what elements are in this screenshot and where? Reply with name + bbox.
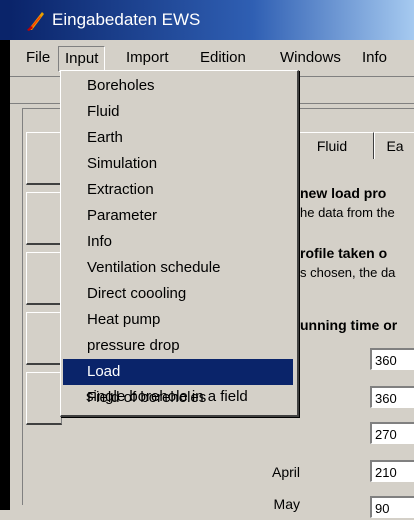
running-time-heading: unning time or: [300, 317, 398, 333]
menu-item-simulation[interactable]: Simulation: [63, 151, 293, 177]
side-button-3[interactable]: [26, 252, 62, 305]
app-flame-icon: [27, 12, 44, 31]
left-edge-accent: [0, 0, 10, 40]
profile-description: s chosen, the da: [300, 265, 396, 280]
month-value-march[interactable]: 270: [370, 422, 414, 444]
menu-item-single-borehole[interactable]: single borehole in a field: [62, 384, 292, 410]
menu-item-heat-pump[interactable]: Heat pump: [63, 307, 293, 333]
window-title: Eingabedaten EWS: [52, 10, 201, 29]
menu-item-extraction[interactable]: Extraction: [63, 177, 293, 203]
title-bar: Eingabedaten EWS: [10, 0, 414, 40]
menu-info[interactable]: Info: [356, 46, 393, 70]
side-button-5[interactable]: [26, 372, 62, 425]
menu-item-ventilation-schedule[interactable]: Ventilation schedule: [63, 255, 293, 281]
input-dropdown-menu: Boreholes Fluid Earth Simulation Extract…: [60, 70, 299, 417]
side-button-1[interactable]: [26, 132, 62, 185]
menu-item-direct-cooling[interactable]: Direct coooling: [63, 281, 293, 307]
menu-item-pressure-drop[interactable]: pressure drop: [63, 333, 293, 359]
menu-import[interactable]: Import: [120, 46, 175, 70]
side-button-4[interactable]: [26, 312, 62, 365]
menu-edition[interactable]: Edition: [194, 46, 252, 70]
menu-file[interactable]: File: [20, 46, 56, 70]
menu-item-info[interactable]: Info: [63, 229, 293, 255]
menu-item-load[interactable]: Load: [63, 359, 293, 385]
menu-item-fluid[interactable]: Fluid: [63, 99, 293, 125]
menu-item-parameter[interactable]: Parameter: [63, 203, 293, 229]
menu-input[interactable]: Input: [58, 46, 106, 72]
left-edge: [0, 0, 10, 510]
month-value-april[interactable]: 210: [370, 460, 414, 482]
month-label-april: April: [271, 464, 300, 480]
load-description: he data from the: [300, 205, 395, 220]
tab-earth[interactable]: Ea: [374, 132, 414, 159]
profile-heading: rofile taken o: [300, 245, 388, 261]
menu-windows[interactable]: Windows: [274, 46, 347, 70]
month-value-february[interactable]: 360: [370, 386, 414, 408]
month-value-may[interactable]: 90: [370, 496, 414, 518]
menu-item-earth[interactable]: Earth: [63, 125, 293, 151]
month-value-january[interactable]: 360: [370, 348, 414, 370]
menu-item-boreholes[interactable]: Boreholes: [63, 73, 293, 99]
tab-fluid[interactable]: Fluid: [290, 132, 374, 159]
side-button-2[interactable]: [26, 192, 62, 245]
load-heading: new load pro: [300, 185, 387, 201]
